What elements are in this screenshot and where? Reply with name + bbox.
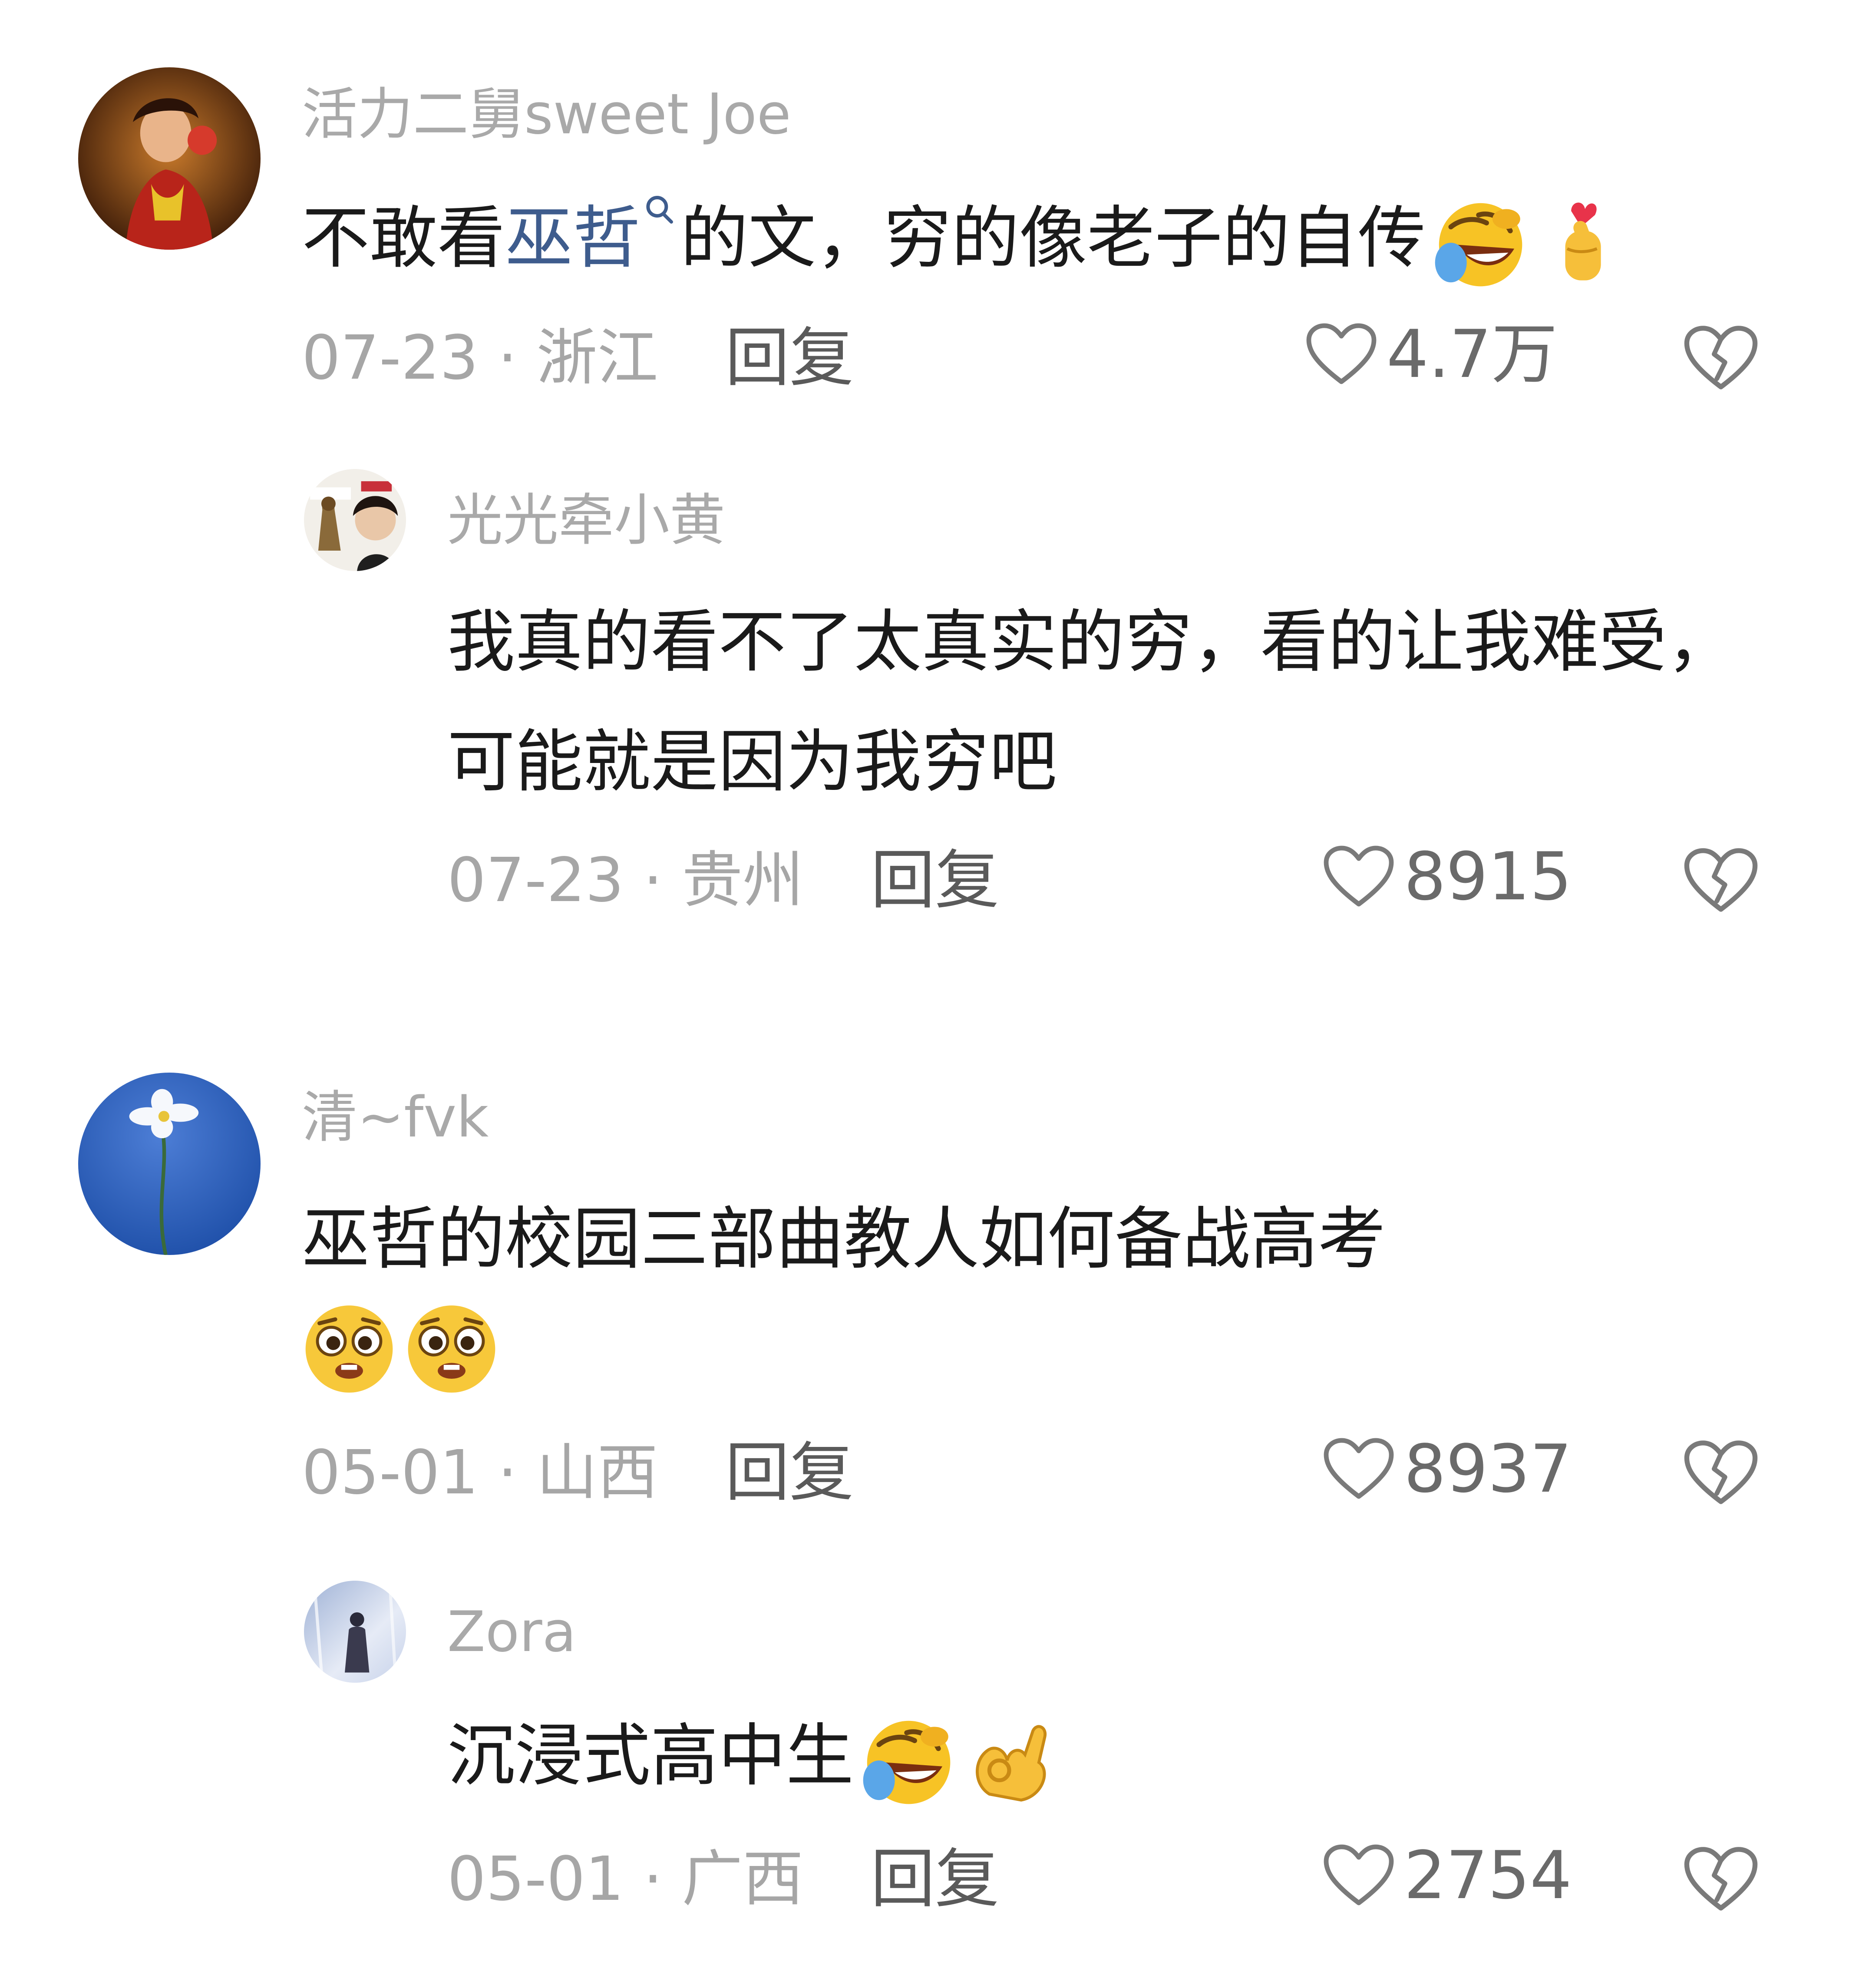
like-count: 4.7万 bbox=[1387, 316, 1558, 393]
reply-text-content: 沉浸式高中生 bbox=[447, 1716, 854, 1795]
username[interactable]: Zora bbox=[447, 1605, 576, 1660]
broken-heart-icon[interactable] bbox=[1683, 324, 1759, 393]
like-count: 2754 bbox=[1404, 1837, 1572, 1914]
search-link[interactable]: 巫哲 bbox=[505, 198, 641, 277]
reply-button[interactable]: 回复 bbox=[871, 848, 999, 912]
heart-icon bbox=[1305, 322, 1378, 387]
broken-heart-icon[interactable] bbox=[1683, 846, 1759, 915]
like-button[interactable]: 4.7万 bbox=[1305, 321, 1558, 387]
avatar[interactable] bbox=[78, 1073, 261, 1255]
comment-2: 清~fvk 巫哲的校园三部曲教人如何备战高考 05-01 · 山西 回复 893… bbox=[0, 1007, 1859, 1988]
like-button[interactable]: 2754 bbox=[1322, 1843, 1572, 1909]
comment-text-after: 的文，穷的像老子的自传 bbox=[680, 198, 1426, 277]
heart-icon bbox=[1322, 1843, 1395, 1908]
comment-text-before: 不敢看 bbox=[302, 198, 505, 277]
heart-icon bbox=[1322, 844, 1395, 909]
finger-heart-emoji bbox=[1532, 193, 1631, 292]
reply-text: 我真的看不了太真实的穷，看的让我难受，可能就是因为我穷吧 bbox=[447, 602, 1734, 801]
like-count: 8937 bbox=[1404, 1430, 1572, 1507]
heart-icon bbox=[1322, 1437, 1395, 1502]
rofl-emoji bbox=[1429, 193, 1528, 292]
date-location: 07-23 · 浙江 bbox=[302, 323, 658, 393]
comment-text: 巫哲的校园三部曲教人如何备战高考 bbox=[302, 1199, 1386, 1278]
broken-heart-icon[interactable] bbox=[1683, 1845, 1759, 1914]
avatar[interactable] bbox=[304, 1581, 406, 1683]
reply-text: 沉浸式高中生 bbox=[447, 1696, 1741, 1816]
avatar[interactable] bbox=[78, 67, 261, 250]
broken-heart-icon[interactable] bbox=[1683, 1438, 1759, 1508]
like-button[interactable]: 8915 bbox=[1322, 844, 1572, 910]
reply-button[interactable]: 回复 bbox=[725, 1440, 854, 1505]
like-count: 8915 bbox=[1404, 838, 1572, 915]
like-button[interactable]: 8937 bbox=[1322, 1436, 1572, 1502]
avatar[interactable] bbox=[304, 469, 406, 571]
date-location: 05-01 · 广西 bbox=[447, 1844, 804, 1915]
pleading-emoji bbox=[300, 1298, 399, 1397]
ok-hand-emoji bbox=[960, 1711, 1059, 1810]
reply-button[interactable]: 回复 bbox=[871, 1847, 999, 1911]
username[interactable]: 清~fvk bbox=[302, 1090, 489, 1146]
comment-1: 活力二舅sweet Joe 不敢看巫哲 的文，穷的像老子的自传 07-23 · 浙… bbox=[0, 0, 1859, 1007]
date-location: 07-23 · 贵州 bbox=[447, 845, 804, 916]
date-location: 05-01 · 山西 bbox=[302, 1437, 658, 1508]
username[interactable]: 活力二舅sweet Joe bbox=[302, 87, 791, 142]
username[interactable]: 光光牵小黄 bbox=[447, 493, 725, 548]
search-icon[interactable] bbox=[644, 191, 674, 234]
rofl-emoji bbox=[857, 1711, 956, 1810]
reply-button[interactable]: 回复 bbox=[725, 326, 854, 390]
comment-text: 不敢看巫哲 的文，穷的像老子的自传 bbox=[302, 178, 1778, 298]
emoji-row bbox=[300, 1298, 501, 1402]
pleading-emoji bbox=[402, 1298, 501, 1397]
